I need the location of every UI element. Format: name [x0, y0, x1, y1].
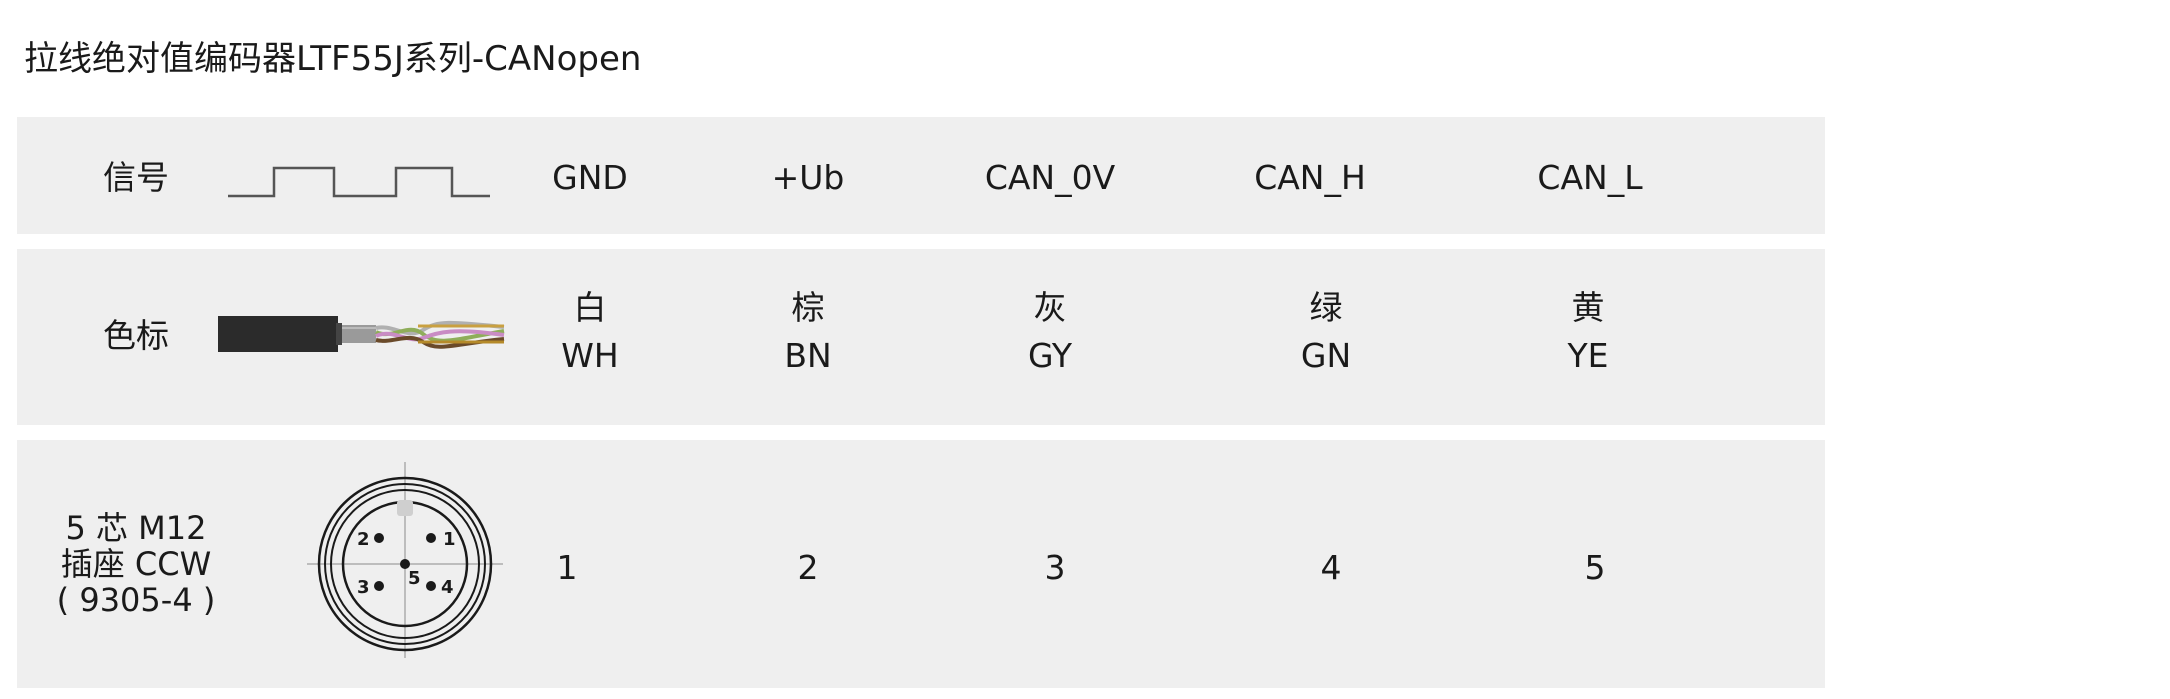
pin-3: 3	[1044, 548, 1066, 587]
m12-connector-diagram: 1 2 3 4 5	[307, 462, 503, 658]
pin-2-label: 2	[357, 529, 370, 550]
color-wh-code: WH	[561, 336, 619, 375]
pin-4-label: 4	[441, 577, 454, 598]
color-gy-cn: 灰	[1033, 288, 1067, 327]
color-ye: 黄 YE	[1567, 284, 1608, 380]
pin-1-label: 1	[443, 529, 456, 550]
pin-3-dot	[374, 581, 384, 591]
signal-gnd: GND	[552, 158, 628, 197]
connector-label-line-3: ( 9305-4 )	[56, 581, 216, 619]
color-gn: 绿 GN	[1301, 284, 1351, 380]
color-bn: 棕 BN	[784, 284, 831, 380]
color-gy: 灰 GY	[1028, 284, 1072, 380]
cable-icon	[218, 316, 505, 352]
color-bn-code: BN	[784, 336, 832, 375]
square-wave-icon	[228, 166, 490, 198]
signal-row-label: 信号	[103, 158, 169, 197]
signal-can-0v: CAN_0V	[984, 158, 1116, 197]
color-row-label: 色标	[103, 316, 169, 355]
pin-4-dot	[426, 581, 436, 591]
color-gy-code: GY	[1027, 336, 1073, 375]
page-title: 拉线绝对值编码器LTF55J系列-CANopen	[24, 39, 642, 79]
color-gn-code: GN	[1300, 336, 1352, 375]
connector-label-line-1: 5 芯 M12	[65, 509, 207, 547]
signal-can-h: CAN_H	[1254, 158, 1366, 197]
color-ye-cn: 黄	[1571, 288, 1605, 327]
signal-can-l: CAN_L	[1537, 158, 1643, 197]
pin-2: 2	[797, 548, 819, 587]
connector-label-line-2: 插座 CCW	[60, 545, 212, 583]
color-gn-cn: 绿	[1309, 288, 1343, 327]
pin-1-dot	[426, 533, 436, 543]
pin-2-dot	[374, 533, 384, 543]
pin-5: 5	[1584, 548, 1606, 587]
color-wh: 白 WH	[561, 284, 618, 380]
pin-5-label: 5	[408, 568, 421, 589]
connector-row	[17, 440, 1825, 688]
pin-1: 1	[556, 548, 578, 587]
color-ye-code: YE	[1567, 336, 1609, 375]
pin-4: 4	[1320, 548, 1342, 587]
signal-ub: +Ub	[771, 158, 845, 197]
connector-row-label: 5 芯 M12 插座 CCW ( 9305-4 )	[57, 510, 216, 618]
pin-3-label: 3	[357, 577, 370, 598]
color-wh-cn: 白	[573, 288, 607, 327]
color-bn-cn: 棕	[791, 288, 825, 327]
